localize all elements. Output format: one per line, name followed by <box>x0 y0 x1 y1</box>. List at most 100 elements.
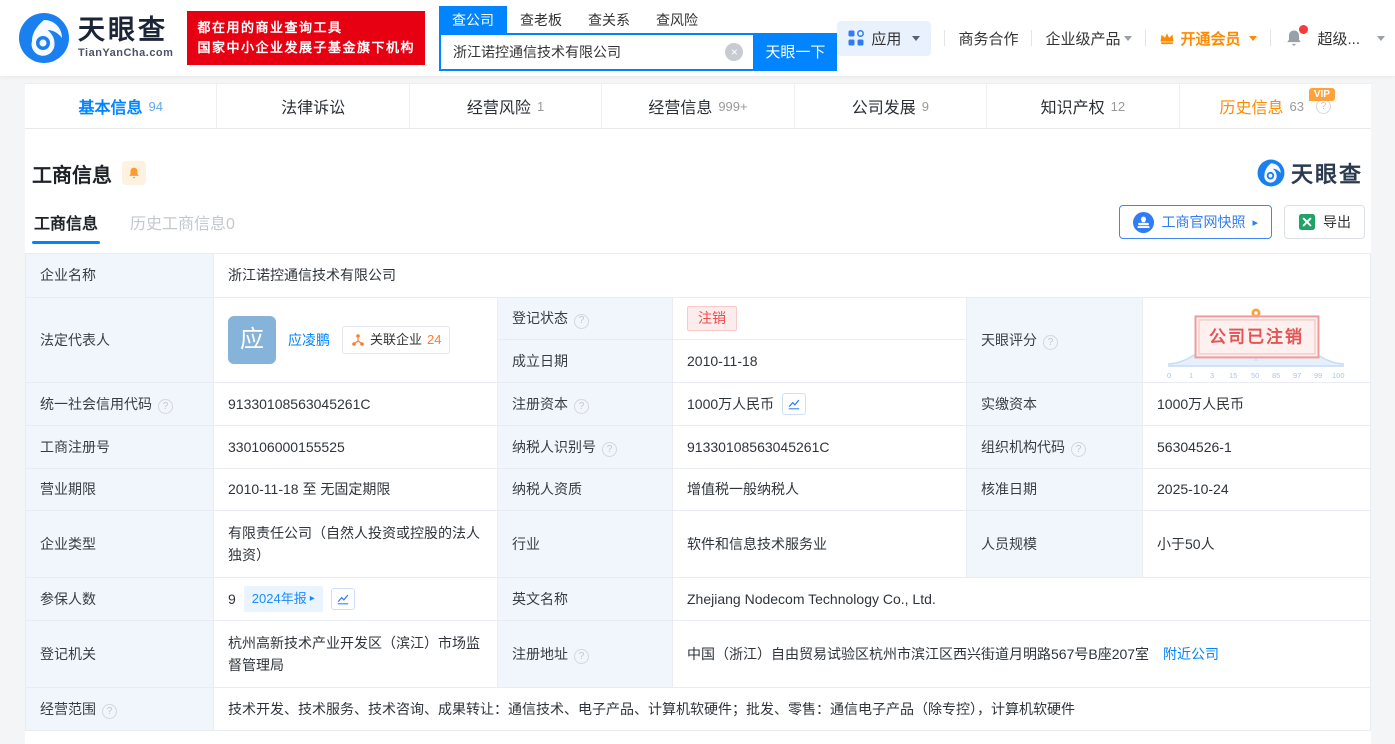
capital-trend-chart-button[interactable] <box>782 392 807 415</box>
account-menu[interactable]: 超级... <box>1317 28 1360 49</box>
field-label-cell: 企业类型 <box>25 510 214 578</box>
svg-text:100: 100 <box>1332 371 1345 380</box>
field-label-cell: 组织机构代码? <box>966 425 1143 469</box>
menu-enterprise[interactable]: 企业级产品 <box>1045 28 1133 49</box>
open-vip-button[interactable]: 开通会员 <box>1159 28 1258 49</box>
help-icon[interactable]: ? <box>602 442 617 458</box>
tianyancha-logo[interactable]: 天眼查 TianYanCha.com <box>18 12 173 64</box>
staff-size-cell: 小于50人 <box>1142 510 1371 578</box>
table-row: 工商注册号 330106000155525 纳税人识别号? 9133010856… <box>25 425 1371 469</box>
tab-history-info[interactable]: VIP 历史信息 63 ? <box>1180 84 1371 128</box>
main-page: 基本信息 94 法律诉讼 经营风险 1 经营信息 999+ 公司发展 9 知识产… <box>25 83 1371 744</box>
table-row: 登记机关 杭州高新技术产业开发区（滨江）市场监督管理局 注册地址? 中国（浙江）… <box>25 620 1371 688</box>
arrow-right-icon: ▸ <box>1252 216 1258 229</box>
chevron-down-icon <box>912 35 921 41</box>
tianyancha-watermark-icon <box>1257 159 1285 187</box>
tab-business-info[interactable]: 经营信息 999+ <box>602 84 795 128</box>
subscribe-bell-button[interactable] <box>122 161 146 185</box>
search-tabs: 查公司 查老板 查关系 查风险 <box>438 5 837 33</box>
apps-grid-icon <box>848 30 865 46</box>
annual-report-badge[interactable]: 2024年报 ▸ <box>243 585 323 613</box>
field-label-cell: 纳税人资质 <box>497 468 673 511</box>
menu-cooperation[interactable]: 商务合作 <box>958 28 1018 49</box>
menu-divider <box>1031 30 1033 46</box>
insured-trend-chart-button[interactable] <box>330 587 355 610</box>
establish-date: 2010-11-18 <box>687 352 758 369</box>
apps-menu[interactable]: 应用 <box>837 20 932 56</box>
bell-icon <box>129 167 139 179</box>
reg-number-cell: 330106000155525 <box>213 425 498 469</box>
reg-address: 中国（浙江）自由贸易试验区杭州市滨江区西兴街道月明路567号B座207室 <box>687 645 1150 662</box>
business-term-cell: 2010-11-18 至 无固定期限 <box>213 468 498 511</box>
subtab-business-registration[interactable]: 工商信息 <box>32 200 101 244</box>
table-row: 企业类型 有限责任公司（自然人投资或控股的法人独资） 行业 软件和信息技术服务业… <box>25 510 1371 578</box>
reg-capital-cell: 1000万人民币 <box>672 382 967 426</box>
stamp-icon <box>1133 211 1155 233</box>
search-tab-relation[interactable]: 查关系 <box>575 6 643 33</box>
help-icon[interactable]: ? <box>574 649 589 665</box>
search-tab-company[interactable]: 查公司 <box>438 5 507 33</box>
vip-label: 开通会员 <box>1180 30 1241 48</box>
help-icon[interactable]: ? <box>574 313 589 329</box>
taxpayer-id-cell: 91330108563045261C <box>672 425 967 469</box>
table-row: 参保人数 9 2024年报 ▸ 英文名称 Zhejiang Nodecom Te… <box>25 577 1371 621</box>
field-label-cell: 登记状态? <box>497 297 673 340</box>
legal-rep-name-link[interactable]: 应凌鹏 <box>288 329 330 351</box>
tab-count: 63 <box>1289 98 1304 114</box>
search-input[interactable] <box>438 32 754 71</box>
tab-label: 公司发展 <box>851 100 916 117</box>
tab-count: 1 <box>536 98 545 114</box>
field-label: 登记机关 <box>40 645 96 662</box>
tab-operating-risk[interactable]: 经营风险 1 <box>410 84 603 128</box>
svg-text:97: 97 <box>1293 371 1301 380</box>
tab-count: 94 <box>148 98 163 114</box>
search-button[interactable]: 天眼一下 <box>753 32 838 71</box>
tab-legal-proceedings[interactable]: 法律诉讼 <box>217 84 410 128</box>
brand-domain: TianYanCha.com <box>78 47 174 59</box>
export-button[interactable]: 导出 <box>1284 205 1365 239</box>
menu-divider <box>944 30 946 46</box>
reg-status-cell: 注销 <box>672 297 967 340</box>
search-tab-boss[interactable]: 查老板 <box>507 6 575 33</box>
industry-cell: 软件和信息技术服务业 <box>672 510 967 578</box>
company-name-cell: 浙江诺控通信技术有限公司 <box>213 253 1371 298</box>
field-label: 营业期限 <box>40 481 96 498</box>
field-label-cell: 企业名称 <box>25 253 214 298</box>
tab-label: 法律诉讼 <box>281 100 346 117</box>
tab-intellectual-property[interactable]: 知识产权 12 <box>987 84 1180 128</box>
search-tab-risk[interactable]: 查风险 <box>643 6 711 33</box>
search-area: 查公司 查老板 查关系 查风险 × 天眼一下 <box>438 5 838 71</box>
clear-search-icon[interactable]: × <box>725 42 744 61</box>
related-companies-badge[interactable]: 关联企业 24 <box>342 325 451 355</box>
tab-company-development[interactable]: 公司发展 9 <box>795 84 988 128</box>
help-icon[interactable]: ? <box>574 399 589 415</box>
help-icon[interactable]: ? <box>158 399 173 415</box>
reg-capital: 1000万人民币 <box>687 395 775 412</box>
tab-count: 999+ <box>718 98 748 114</box>
business-scope-cell: 技术开发、技术服务、技术咨询、成果转让：通信技术、电子产品、计算机软硬件；批发、… <box>213 687 1371 731</box>
annual-report-label: 2024年报 <box>251 590 307 606</box>
field-label-cell: 注册地址? <box>497 620 673 688</box>
chevron-down-icon <box>1124 35 1133 41</box>
field-label: 行业 <box>512 535 540 552</box>
help-icon[interactable]: ? <box>1071 442 1086 458</box>
help-icon[interactable]: ? <box>102 704 117 720</box>
approval-date: 2025-10-24 <box>1157 481 1229 498</box>
paid-capital: 1000万人民币 <box>1157 395 1245 412</box>
official-snapshot-button[interactable]: 工商官网快照 ▸ <box>1119 205 1272 239</box>
help-icon[interactable]: ? <box>1043 335 1058 351</box>
notifications-bell[interactable] <box>1284 25 1309 48</box>
chevron-down-icon[interactable] <box>1377 35 1385 41</box>
subsection-toolbar: 工商信息 历史工商信息0 工商官网快照 ▸ 导出 <box>25 191 1371 253</box>
business-scope: 技术开发、技术服务、技术咨询、成果转让：通信技术、电子产品、计算机软硬件；批发、… <box>228 700 1075 717</box>
tab-basic-info[interactable]: 基本信息 94 <box>25 84 218 128</box>
field-label: 经营范围 <box>40 700 96 717</box>
legal-rep-avatar[interactable]: 应 <box>228 316 276 364</box>
field-label-cell: 人员规模 <box>966 510 1143 578</box>
subtab-history-registration[interactable]: 历史工商信息0 <box>128 200 237 244</box>
nearby-companies-link[interactable]: 附近公司 <box>1163 646 1219 662</box>
english-name-cell: Zhejiang Nodecom Technology Co., Ltd. <box>672 577 1371 621</box>
credit-code-cell: 91330108563045261C <box>213 382 498 426</box>
business-term: 2010-11-18 至 无固定期限 <box>228 481 391 498</box>
field-label-cell: 核准日期 <box>966 468 1143 511</box>
